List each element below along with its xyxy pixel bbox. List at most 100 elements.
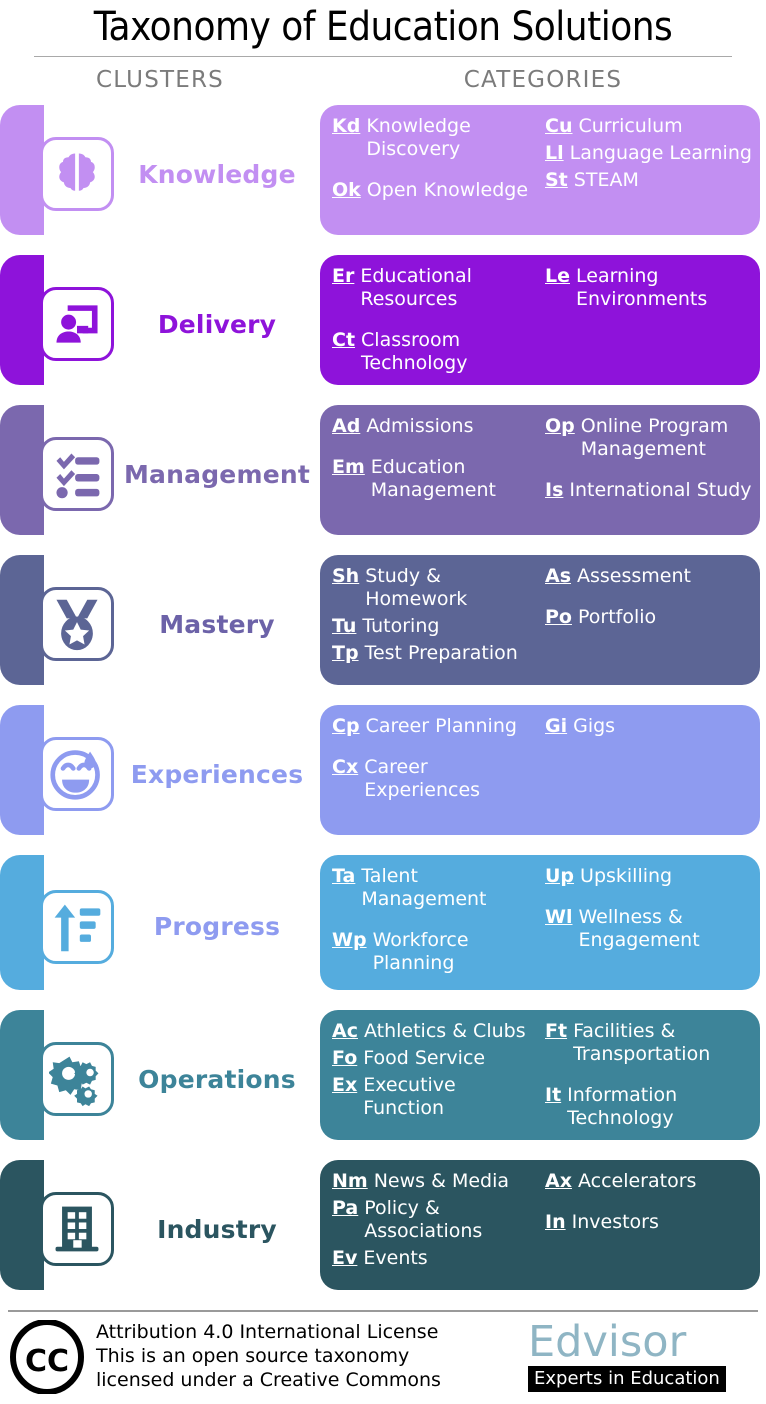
license-line-2: This is an open source taxonomy bbox=[96, 1345, 410, 1367]
category-item[interactable]: Ac Athletics & Clubs bbox=[332, 1020, 539, 1043]
category-item[interactable]: Er Educational Resources bbox=[332, 265, 539, 311]
cluster-operations[interactable]: Operations bbox=[0, 1004, 320, 1154]
category-abbr: Wp bbox=[332, 929, 367, 951]
arrow-up-chart-icon bbox=[49, 899, 105, 955]
category-item[interactable]: Ta Talent Management bbox=[332, 865, 539, 911]
category-name: Test Preparation bbox=[364, 642, 518, 664]
smiley-face-icon bbox=[49, 746, 105, 802]
category-column-right: Le Learning Environments bbox=[545, 265, 752, 375]
category-item[interactable]: Fo Food Service bbox=[332, 1047, 539, 1070]
category-abbr: Pa bbox=[332, 1197, 359, 1219]
category-abbr: Op bbox=[545, 415, 575, 437]
category-column-left: Ta Talent Management Wp Workforce Planning bbox=[332, 865, 539, 980]
presentation-person-icon bbox=[49, 296, 105, 352]
category-item[interactable]: Wp Workforce Planning bbox=[332, 929, 539, 975]
category-item[interactable]: It Information Technology bbox=[545, 1084, 752, 1130]
gears-icon bbox=[49, 1051, 105, 1107]
cluster-knowledge[interactable]: Knowledge bbox=[0, 99, 320, 249]
cluster-row-experiences: Experiences Cp Career Planning Cx Career Exp… bbox=[0, 699, 766, 849]
category-name: Accelerators bbox=[577, 1170, 697, 1192]
brand-logo: Edvisor Experts in Education bbox=[528, 1320, 756, 1392]
category-item[interactable]: Cp Career Planning bbox=[332, 715, 539, 738]
category-abbr: St bbox=[545, 169, 568, 191]
category-column-right: Cu Curriculum Ll Language Learning St STEAM bbox=[545, 115, 752, 225]
cluster-color-bar bbox=[0, 405, 44, 535]
categories-panel: Kd Knowledge Discovery Ok Open Knowledge Cu C… bbox=[320, 105, 760, 235]
category-abbr: Ta bbox=[332, 865, 356, 887]
cluster-color-bar bbox=[0, 255, 44, 385]
category-item[interactable]: Is International Study bbox=[545, 479, 752, 502]
category-item[interactable]: Cx Career Experiences bbox=[332, 756, 539, 802]
category-name: Investors bbox=[571, 1211, 659, 1233]
cluster-color-bar bbox=[0, 855, 44, 990]
category-column-right: As Assessment Po Portfolio bbox=[545, 565, 752, 675]
category-item[interactable]: Ax Accelerators bbox=[545, 1170, 752, 1193]
license-text: Attribution 4.0 International License Th… bbox=[96, 1320, 528, 1392]
category-item[interactable]: Ll Language Learning bbox=[545, 142, 752, 165]
category-item[interactable]: Wl Wellness & Engagement bbox=[545, 906, 752, 952]
categories-panel: Ad Admissions Em Education Management Op Onli… bbox=[320, 405, 760, 535]
category-item[interactable]: Ct Classroom Technology bbox=[332, 329, 539, 375]
category-item[interactable]: St STEAM bbox=[545, 169, 752, 192]
brain-icon bbox=[49, 146, 105, 202]
category-name: Tutoring bbox=[362, 615, 440, 637]
cluster-progress[interactable]: Progress bbox=[0, 849, 320, 1004]
cluster-label: Progress bbox=[153, 912, 281, 941]
category-item[interactable]: Ev Events bbox=[332, 1247, 539, 1270]
cluster-label: Delivery bbox=[157, 309, 277, 339]
category-abbr: Wl bbox=[545, 906, 573, 928]
category-item[interactable]: Up Upskilling bbox=[545, 865, 752, 888]
category-item[interactable]: Ex Executive Function bbox=[332, 1074, 539, 1120]
arrow-up-chart-icon-tile bbox=[40, 889, 114, 964]
footer: CC Attribution 4.0 International License… bbox=[0, 1312, 766, 1398]
cluster-industry[interactable]: Industry bbox=[0, 1154, 320, 1304]
category-item[interactable]: Em Education Management bbox=[332, 456, 539, 502]
cluster-management[interactable]: Management bbox=[0, 399, 320, 549]
category-item[interactable]: Tu Tutoring bbox=[332, 615, 539, 638]
category-name: News & Media bbox=[373, 1170, 510, 1192]
cluster-row-delivery: Delivery Er Educational Resources Ct Classro… bbox=[0, 249, 766, 399]
category-item[interactable]: Po Portfolio bbox=[545, 606, 752, 629]
category-abbr: Kd bbox=[332, 115, 361, 137]
category-column-right: Up Upskilling Wl Wellness & Engagement bbox=[545, 865, 752, 980]
category-item[interactable]: Pa Policy & Associations bbox=[332, 1197, 539, 1243]
category-item[interactable]: Op Online Program Management bbox=[545, 415, 752, 461]
category-name: Online Program Management bbox=[580, 415, 729, 460]
cluster-label: Mastery bbox=[159, 609, 275, 639]
category-item[interactable]: As Assessment bbox=[545, 565, 752, 588]
category-item[interactable]: Ad Admissions bbox=[332, 415, 539, 438]
category-name: Athletics & Clubs bbox=[363, 1020, 526, 1042]
cluster-experiences[interactable]: Experiences bbox=[0, 699, 320, 849]
category-item[interactable]: Nm News & Media bbox=[332, 1170, 539, 1193]
cluster-row-mastery: Mastery Sh Study & Homework Tu Tutoring Tp Tes… bbox=[0, 549, 766, 699]
category-item[interactable]: Tp Test Preparation bbox=[332, 642, 539, 665]
cluster-label: Management bbox=[123, 459, 311, 489]
cluster-label: Knowledge bbox=[138, 159, 296, 189]
category-name: Open Knowledge bbox=[366, 179, 529, 201]
category-abbr: Ct bbox=[332, 329, 356, 351]
category-item[interactable]: Ok Open Knowledge bbox=[332, 179, 539, 202]
cluster-delivery[interactable]: Delivery bbox=[0, 249, 320, 399]
category-item[interactable]: Le Learning Environments bbox=[545, 265, 752, 311]
category-item[interactable]: In Investors bbox=[545, 1211, 752, 1234]
category-name: Assessment bbox=[577, 565, 691, 587]
category-abbr: As bbox=[545, 565, 572, 587]
category-column-right: Op Online Program Management Is Internation… bbox=[545, 415, 752, 525]
category-abbr: It bbox=[545, 1084, 562, 1106]
category-abbr: Ev bbox=[332, 1247, 358, 1269]
category-item[interactable]: Cu Curriculum bbox=[545, 115, 752, 138]
category-name: Gigs bbox=[573, 715, 616, 737]
cluster-mastery[interactable]: Mastery bbox=[0, 549, 320, 699]
category-item[interactable]: Gi Gigs bbox=[545, 715, 752, 738]
category-item[interactable]: Kd Knowledge Discovery bbox=[332, 115, 539, 161]
category-name: Learning Environments bbox=[576, 265, 708, 310]
category-name: Portfolio bbox=[577, 606, 657, 628]
categories-panel: Ta Talent Management Wp Workforce Planning U… bbox=[320, 855, 760, 990]
category-name: Events bbox=[363, 1247, 428, 1269]
category-item[interactable]: Sh Study & Homework bbox=[332, 565, 539, 611]
category-item[interactable]: Ft Facilities & Transportation bbox=[545, 1020, 752, 1066]
category-name: Career Planning bbox=[365, 715, 517, 737]
cluster-row-knowledge: Knowledge Kd Knowledge Discovery Ok Open Kno… bbox=[0, 99, 766, 249]
category-column-left: Ad Admissions Em Education Management bbox=[332, 415, 539, 525]
cluster-row-management: Management Ad Admissions Em Education Manage… bbox=[0, 399, 766, 549]
